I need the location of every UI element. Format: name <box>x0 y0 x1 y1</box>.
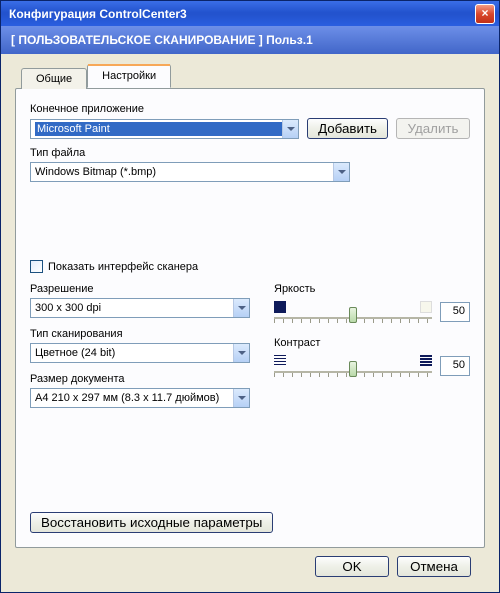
scan-type-label: Тип сканирования <box>30 328 250 340</box>
chevron-down-icon <box>233 344 249 362</box>
show-scanner-ui-label: Показать интерфейс сканера <box>48 261 198 273</box>
dialog-footer: OK Отмена <box>15 548 485 577</box>
add-button[interactable]: Добавить <box>307 118 388 139</box>
resolution-select[interactable]: 300 x 300 dpi <box>30 298 250 318</box>
cancel-button[interactable]: Отмена <box>397 556 471 577</box>
contrast-thumb[interactable] <box>349 361 357 377</box>
tab-settings[interactable]: Настройки <box>87 64 171 88</box>
contrast-slider[interactable] <box>274 355 432 377</box>
show-scanner-ui-checkbox[interactable] <box>30 260 43 273</box>
target-app-select[interactable]: Microsoft Paint <box>30 119 299 139</box>
content-area: Общие Настройки Конечное приложение Micr… <box>1 54 499 592</box>
chevron-down-icon <box>282 120 298 138</box>
dialog-window: Конфигурация ControlCenter3 × [ ПОЛЬЗОВА… <box>0 0 500 593</box>
contrast-label: Контраст <box>274 337 470 349</box>
file-type-value: Windows Bitmap (*.bmp) <box>35 166 156 178</box>
resolution-value: 300 x 300 dpi <box>35 302 101 314</box>
contrast-value[interactable]: 50 <box>440 356 470 376</box>
file-type-label: Тип файла <box>30 147 470 159</box>
tab-page-settings: Конечное приложение Microsoft Paint Доба… <box>15 88 485 548</box>
delete-button: Удалить <box>396 118 470 139</box>
header-text: [ ПОЛЬЗОВАТЕЛЬСКОЕ СКАНИРОВАНИЕ ] Польз.… <box>11 33 313 47</box>
target-app-value: Microsoft Paint <box>35 122 282 136</box>
tab-strip: Общие Настройки <box>21 64 485 88</box>
titlebar: Конфигурация ControlCenter3 × <box>1 1 499 26</box>
contrast-low-icon <box>274 355 286 367</box>
restore-defaults-button[interactable]: Восстановить исходные параметры <box>30 512 273 533</box>
brightness-light-icon <box>420 301 432 313</box>
brightness-label: Яркость <box>274 283 470 295</box>
header-bar: [ ПОЛЬЗОВАТЕЛЬСКОЕ СКАНИРОВАНИЕ ] Польз.… <box>1 26 499 54</box>
scan-type-select[interactable]: Цветное (24 bit) <box>30 343 250 363</box>
contrast-high-icon <box>420 355 432 367</box>
window-title: Конфигурация ControlCenter3 <box>9 7 475 21</box>
brightness-thumb[interactable] <box>349 307 357 323</box>
target-app-label: Конечное приложение <box>30 103 470 115</box>
ok-button[interactable]: OK <box>315 556 389 577</box>
file-type-select[interactable]: Windows Bitmap (*.bmp) <box>30 162 350 182</box>
scan-type-value: Цветное (24 bit) <box>35 347 115 359</box>
chevron-down-icon <box>333 163 349 181</box>
brightness-value[interactable]: 50 <box>440 302 470 322</box>
brightness-slider[interactable] <box>274 301 432 323</box>
close-icon[interactable]: × <box>475 4 495 24</box>
doc-size-select[interactable]: A4 210 x 297 мм (8.3 x 11.7 дюймов) <box>30 388 250 408</box>
resolution-label: Разрешение <box>30 283 250 295</box>
doc-size-value: A4 210 x 297 мм (8.3 x 11.7 дюймов) <box>35 392 219 404</box>
tab-general[interactable]: Общие <box>21 68 87 89</box>
doc-size-label: Размер документа <box>30 373 250 385</box>
chevron-down-icon <box>233 299 249 317</box>
brightness-dark-icon <box>274 301 286 313</box>
chevron-down-icon <box>233 389 249 407</box>
